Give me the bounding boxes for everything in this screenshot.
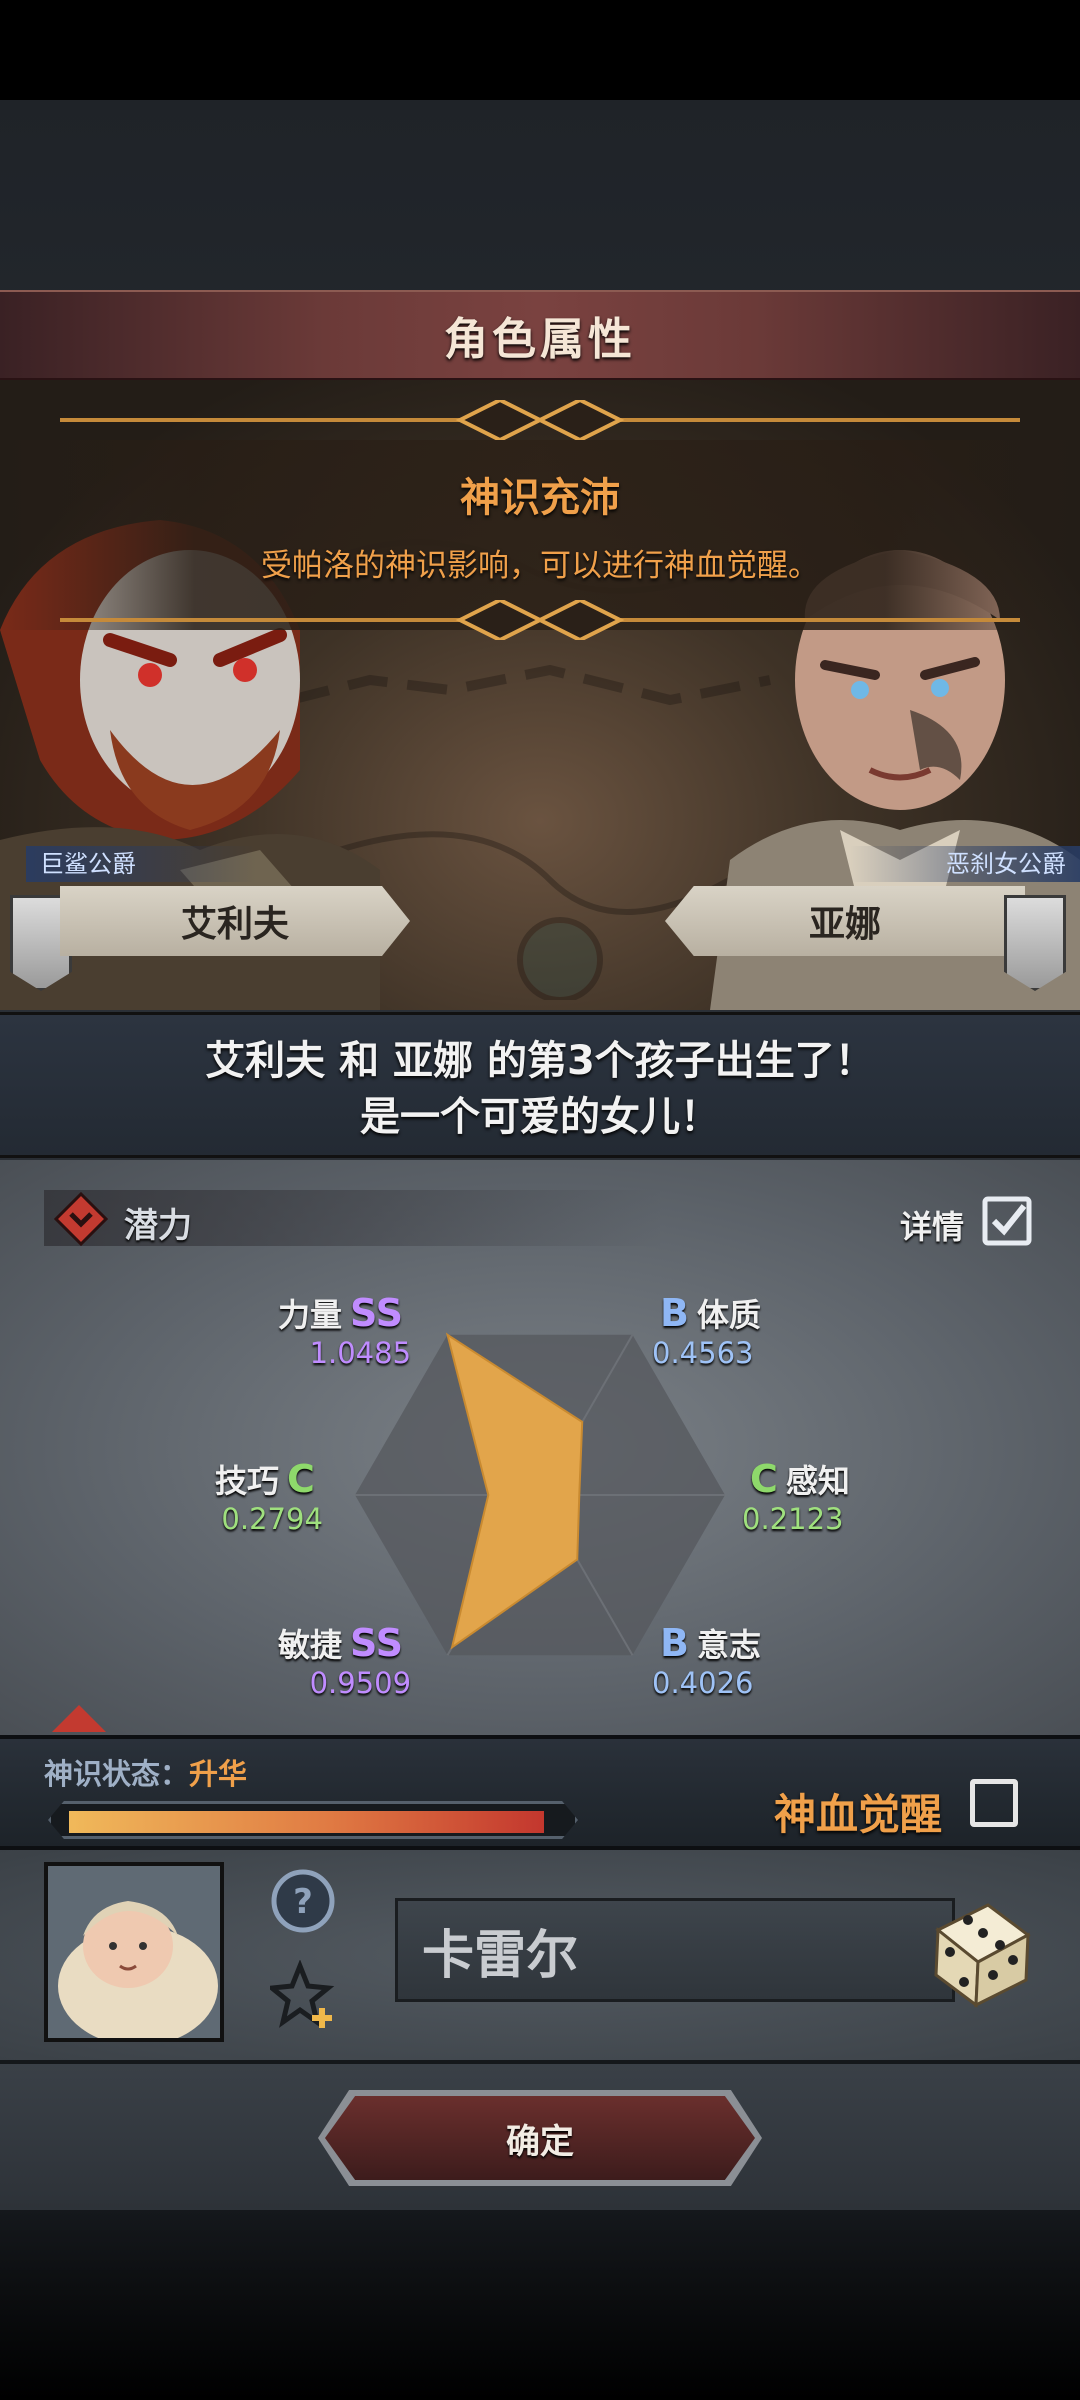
star-plus-icon[interactable] [270,1960,340,2030]
stat-grade: B [660,1291,689,1335]
bottom-area [0,2210,1080,2400]
potential-panel[interactable]: 潜力 详情 力量 SS 1.0485 B 体质 0.4563 C 感知 0.2123 … [0,1160,1080,1735]
potential-icon [54,1192,108,1246]
stat-grade: C [287,1457,315,1501]
svg-text:?: ? [293,1882,313,1922]
stat-value: 0.4563 [652,1336,754,1370]
stat-name: 感知 [785,1462,850,1500]
details-checkbox[interactable] [982,1196,1032,1246]
stat-grade: SS [350,1291,404,1335]
child-name-input[interactable] [395,1898,955,2002]
stat-skill: 技巧 C 0.2794 [215,1456,323,1536]
banner-heading: 神识充沛 [460,475,620,521]
status-area [0,0,1080,100]
dialog-title: 角色属性 [444,314,636,365]
birth-message-line1: 艾利夫 和 亚娜 的第3个孩子出生了！ [205,1038,875,1084]
stat-value: 0.2123 [742,1502,844,1536]
divine-progress-bar [48,1801,578,1839]
stat-name: 体质 [696,1296,761,1334]
divine-progress-fill [69,1811,544,1833]
divine-status-bar: 神识状态：升华 神血觉醒 [0,1735,1080,1850]
birth-message-line2: 是一个可爱的女儿！ [360,1094,720,1140]
next-section-icon [52,1705,106,1732]
app-root: 角色属性 神识充沛 受帕洛的神识影响，可以进行神血觉醒。 巨鲨公爵 恶刹女公爵 … [0,0,1080,2400]
help-icon[interactable]: ? [270,1868,336,1934]
confirm-button[interactable]: 确定 [325,2096,755,2180]
mother-name: 亚娜 [808,904,881,945]
stat-agility: 敏捷 SS 0.9509 [278,1620,411,1700]
dice-icon[interactable] [918,1890,1038,2010]
mother-name-plate: 亚娜 [665,886,1025,956]
dialog-footer: 确定 [0,2060,1080,2210]
stat-name: 力量 [278,1296,343,1334]
dialog-title-bar: 角色属性 [0,290,1080,380]
stat-name: 意志 [696,1626,761,1664]
stat-grade: C [750,1457,778,1501]
mother-banner-icon [1004,895,1066,991]
blood-awaken-label: 神血觉醒 [774,1790,943,1839]
stat-constitution: B 体质 0.4563 [652,1290,761,1370]
stat-grade: B [660,1621,689,1665]
child-portrait [44,1862,224,2042]
father-name: 艾利夫 [180,904,289,945]
banner-description: 受帕洛的神识影响，可以进行神血觉醒。 [261,548,819,584]
stat-willpower: B 意志 0.4026 [652,1620,761,1700]
baby-icon [58,1901,218,2038]
potential-label: 潜力 [124,1206,192,1246]
divine-status-prefix: 神识状态： [44,1757,190,1791]
blood-awaken-checkbox[interactable] [970,1779,1018,1827]
divine-status-value: 升华 [189,1757,248,1791]
stat-perception: C 感知 0.2123 [742,1456,850,1536]
birth-message: 艾利夫 和 亚娜 的第3个孩子出生了！ 是一个可爱的女儿！ [0,1012,1080,1158]
ornament-top-icon [60,400,1020,440]
stat-value: 0.4026 [652,1666,754,1700]
ornament-bottom-icon [60,600,1020,640]
father-name-plate: 艾利夫 [60,886,410,956]
stat-name: 敏捷 [278,1626,343,1664]
stat-value: 0.9509 [309,1666,412,1700]
divine-status-label: 神识状态：升华 [44,1751,247,1793]
mother-title: 恶刹女公爵 [850,846,1080,882]
child-info-panel: ? [0,1850,1080,2060]
stat-name: 技巧 [215,1462,280,1500]
stat-value: 0.2794 [221,1502,323,1536]
stat-strength: 力量 SS 1.0485 [278,1290,411,1370]
details-label: 详情 [900,1208,965,1246]
father-title: 巨鲨公爵 [26,846,256,882]
stat-grade: SS [350,1621,404,1665]
stat-value: 1.0485 [309,1336,412,1370]
